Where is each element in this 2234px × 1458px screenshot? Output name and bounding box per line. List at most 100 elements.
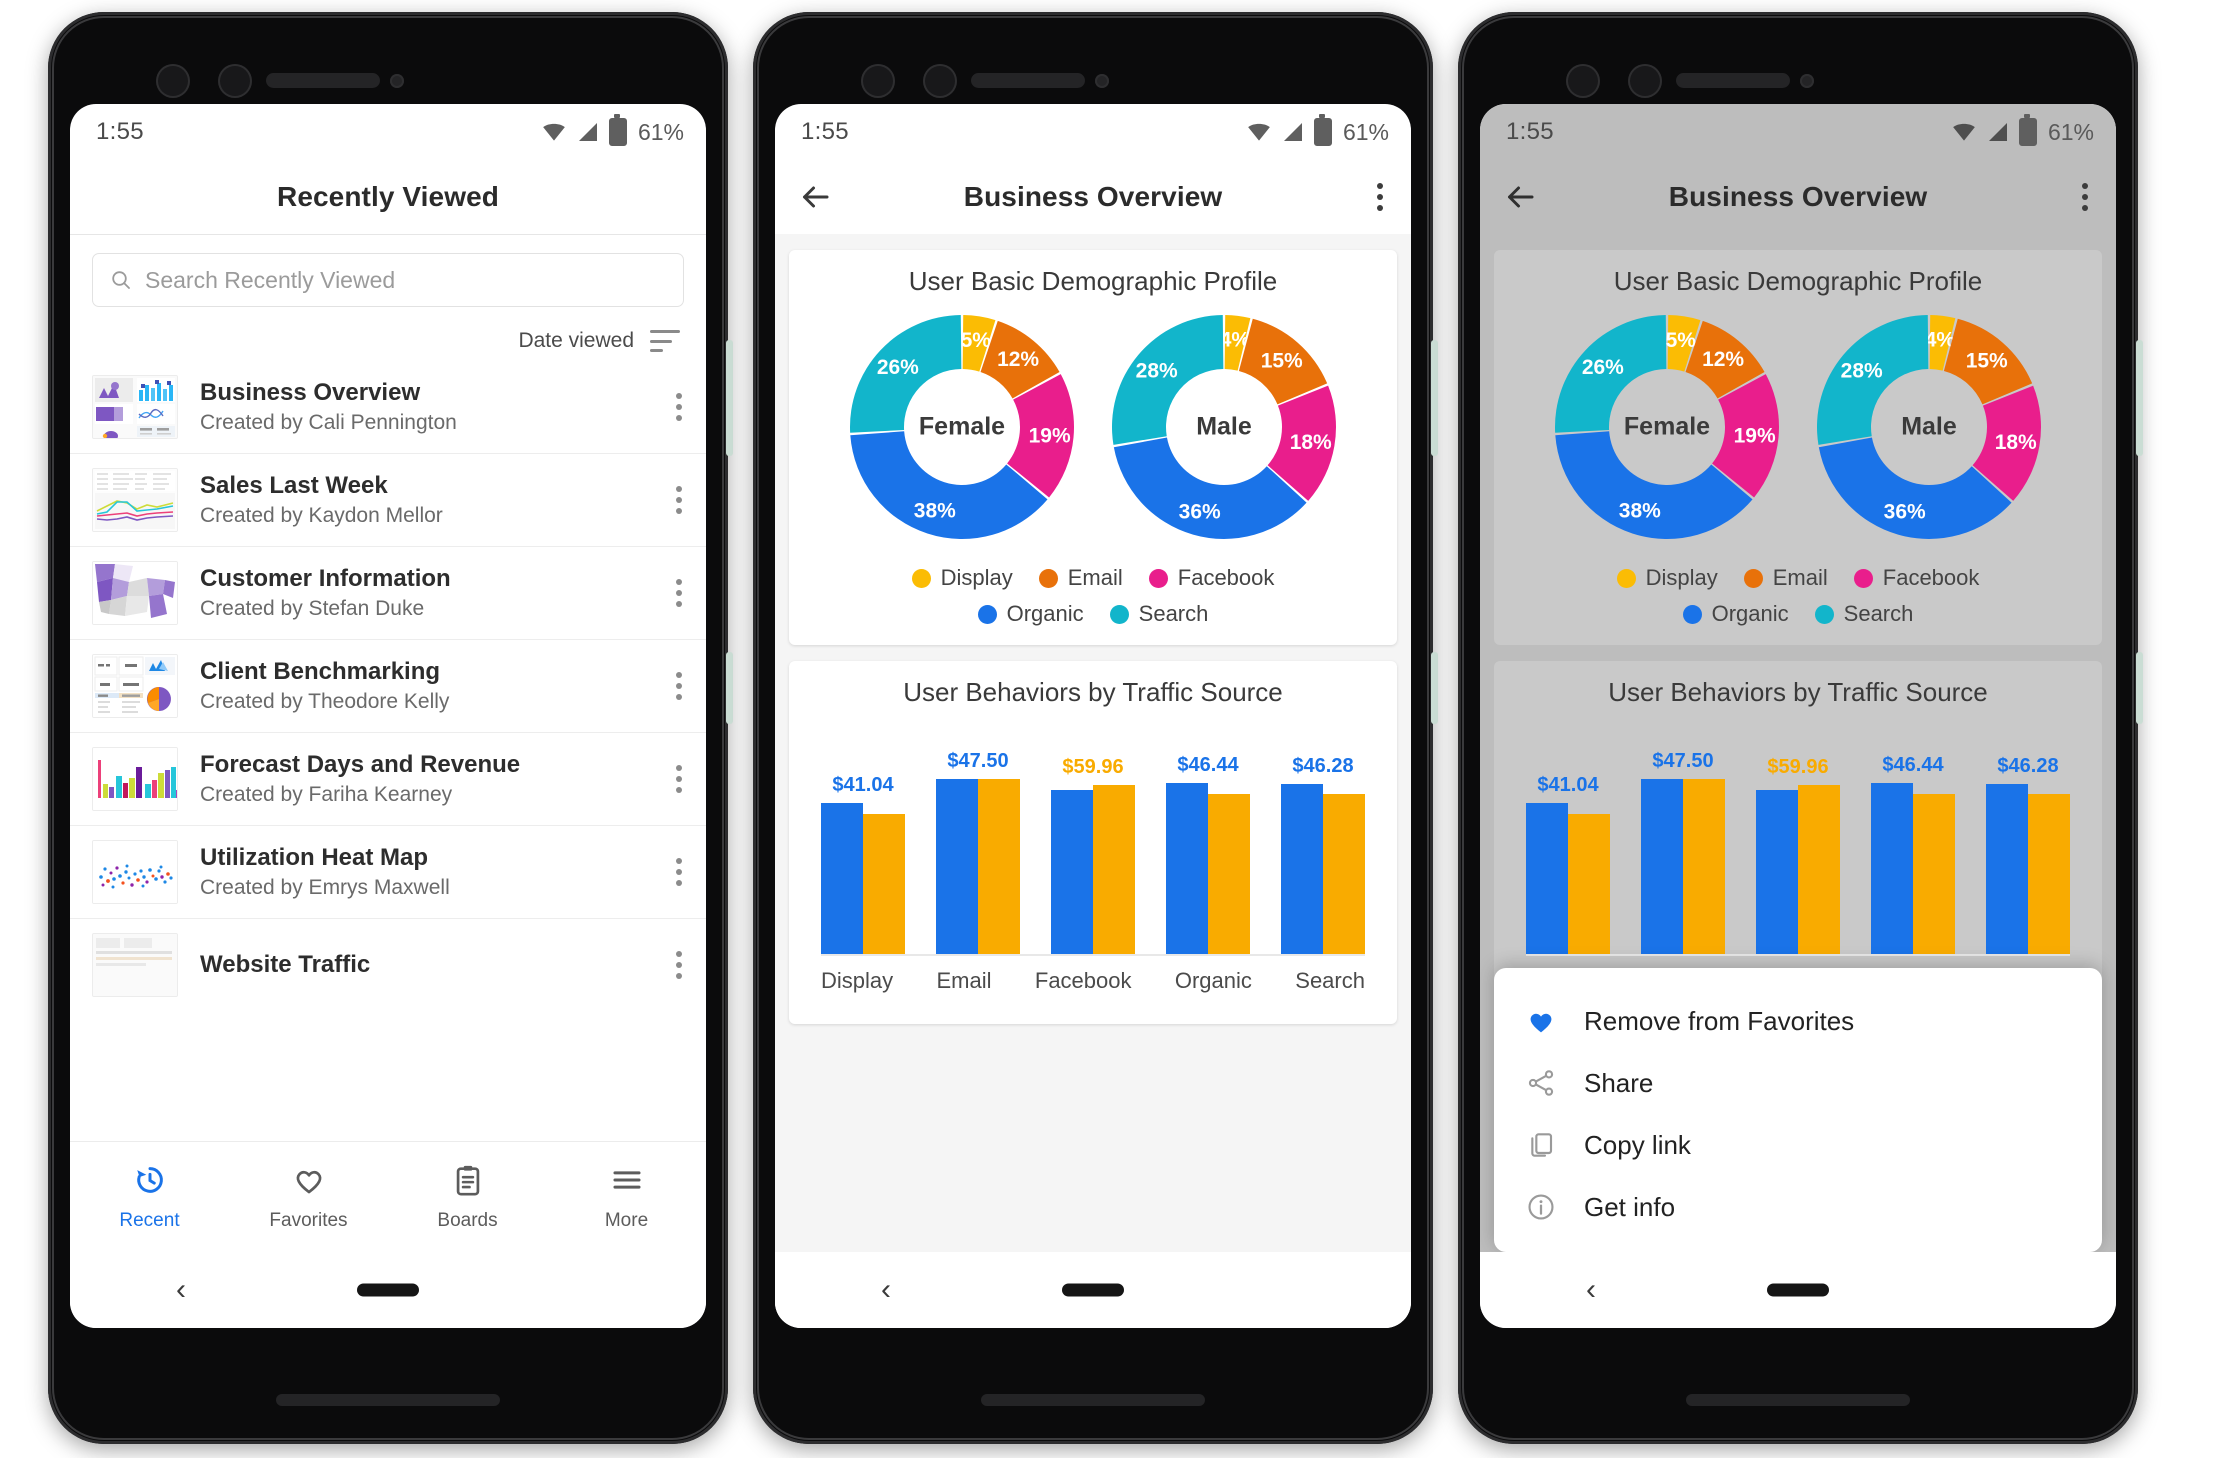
- back-nav-icon[interactable]: ‹: [881, 1273, 891, 1307]
- nav-item-recent[interactable]: Recent: [70, 1163, 229, 1232]
- svg-text:12%: 12%: [997, 348, 1039, 371]
- recently-viewed-list[interactable]: Business Overview Created by Cali Penning…: [70, 361, 706, 1011]
- app-bar: Business Overview: [1480, 160, 2116, 234]
- overflow-menu-icon[interactable]: [2080, 179, 2090, 215]
- svg-text:36%: 36%: [1179, 501, 1221, 524]
- bottom-navigation[interactable]: Recent Favorites Boards More: [70, 1141, 706, 1252]
- list-item-overflow-icon[interactable]: [674, 669, 684, 703]
- list-item-overflow-icon[interactable]: [674, 483, 684, 517]
- status-bar: 1:55 61%: [775, 104, 1411, 160]
- bar-value-label: $41.04: [832, 774, 894, 797]
- bar-yellow: [863, 813, 905, 954]
- list-item-text: Sales Last Week Created by Kaydon Mellor: [200, 472, 674, 528]
- bar-chart[interactable]: $41.04 $47.50 $59.96 $46.44 $46.28 Display Em…: [821, 726, 1365, 1006]
- legend-swatch: [1743, 568, 1763, 588]
- earpiece-speaker: [971, 73, 1085, 88]
- home-pill[interactable]: [1767, 1283, 1829, 1297]
- wifi-icon: [543, 123, 565, 141]
- donut-chart-pair: 5% 12% 19% 38% 26% Female 4% 15% 18% 36% 28% Mal…: [1504, 307, 2092, 547]
- list-item-title: Client Benchmarking: [200, 658, 441, 685]
- legend-entry: Display: [911, 565, 1013, 591]
- legend-label: Search: [1138, 601, 1209, 626]
- bar-value-label: $46.44: [1177, 754, 1239, 777]
- list-item-overflow-icon[interactable]: [674, 948, 684, 982]
- list-item[interactable]: Business Overview Created by Cali Penning…: [70, 361, 706, 454]
- context-menu[interactable]: Remove from Favorites Share Copy link Get i…: [1494, 968, 2102, 1252]
- power-button[interactable]: [726, 652, 733, 724]
- legend-entry: Facebook: [1148, 565, 1274, 591]
- context-menu-item[interactable]: Share: [1494, 1052, 2102, 1114]
- card-title-traffic: User Behaviors by Traffic Source: [1608, 677, 1988, 707]
- bar-group: $59.96: [1051, 726, 1135, 954]
- list-item[interactable]: Utilization Heat Map Created by Emrys Max…: [70, 826, 706, 919]
- overflow-menu-icon[interactable]: [1375, 179, 1385, 215]
- proximity-sensor-icon: [390, 74, 404, 88]
- list-item[interactable]: Client Benchmarking Created by Theodore K…: [70, 640, 706, 733]
- phone-1: 1:55 61% Recently Viewed Search Recently…: [48, 12, 733, 1444]
- bar-yellow: [1323, 794, 1365, 954]
- bottom-speaker: [1686, 1394, 1910, 1406]
- list-item-text: Forecast Days and Revenue Created by Fari…: [200, 751, 674, 807]
- list-item[interactable]: Website Traffic: [70, 919, 706, 1011]
- donut-chart-male[interactable]: 4% 15% 18% 36% 28% Male: [1104, 307, 1344, 547]
- list-item-text: Customer Information Created by Stefan Du…: [200, 565, 674, 621]
- list-item-overflow-icon[interactable]: [674, 762, 684, 796]
- earpiece-speaker: [1676, 73, 1790, 88]
- volume-button[interactable]: [1431, 340, 1438, 456]
- search-input[interactable]: Search Recently Viewed: [92, 253, 684, 307]
- camera-icon: [1566, 64, 1600, 98]
- list-item[interactable]: Sales Last Week Created by Kaydon Mellor: [70, 454, 706, 547]
- context-menu-item[interactable]: Copy link: [1494, 1114, 2102, 1176]
- bar-category-label: Organic: [1174, 968, 1252, 993]
- context-menu-item[interactable]: Get info: [1494, 1176, 2102, 1238]
- list-item-overflow-icon[interactable]: [674, 855, 684, 889]
- bar-yellow: [978, 779, 1020, 954]
- bar-group: $46.44: [1871, 726, 1955, 954]
- bottom-speaker: [981, 1394, 1205, 1406]
- list-item[interactable]: Forecast Days and Revenue Created by Fari…: [70, 733, 706, 826]
- sort-row[interactable]: Date viewed: [70, 307, 706, 361]
- status-time: 1:55: [96, 118, 144, 145]
- legend-label: Organic: [1006, 601, 1084, 626]
- volume-button[interactable]: [726, 340, 733, 456]
- bar-value-label: $59.96: [1062, 756, 1124, 779]
- bar-chart: $41.04$47.50$59.96$46.44$46.28 DisplayEm…: [1526, 726, 2070, 1006]
- back-nav-icon[interactable]: ‹: [1586, 1273, 1596, 1307]
- power-button[interactable]: [2136, 652, 2143, 724]
- svg-text:38%: 38%: [914, 500, 956, 523]
- donut-chart-female[interactable]: 5% 12% 19% 38% 26% Female: [842, 307, 1082, 547]
- context-menu-item[interactable]: Remove from Favorites: [1494, 990, 2102, 1052]
- signal-icon: [1283, 123, 1302, 141]
- nav-item-more[interactable]: More: [547, 1163, 706, 1232]
- back-arrow-icon[interactable]: [1502, 179, 1538, 215]
- bar-groups: $41.04 $47.50 $59.96 $46.44 $46.28: [1526, 726, 2070, 956]
- sort-icon[interactable]: [650, 330, 680, 352]
- volume-button[interactable]: [2136, 340, 2143, 456]
- bar-group: $46.28: [1281, 726, 1365, 954]
- list-item-overflow-icon[interactable]: [674, 390, 684, 424]
- list-item[interactable]: Customer Information Created by Stefan Du…: [70, 547, 706, 640]
- list-item-subtitle: Created by Kaydon Mellor: [200, 504, 443, 527]
- bar-yellow: [2028, 794, 2070, 954]
- power-button[interactable]: [1431, 652, 1438, 724]
- donut-center-label-female: Female: [918, 412, 1006, 441]
- back-nav-icon[interactable]: ‹: [176, 1273, 186, 1307]
- bar-yellow: [1913, 793, 1955, 954]
- bar-category-label: Facebook: [1034, 968, 1132, 993]
- nav-item-boards[interactable]: Boards: [388, 1163, 547, 1232]
- legend-swatch: [911, 568, 931, 588]
- bar-blue: [1756, 790, 1798, 954]
- home-pill[interactable]: [357, 1283, 419, 1297]
- list-item-overflow-icon[interactable]: [674, 576, 684, 610]
- battery-icon: [608, 114, 627, 146]
- search-icon: [112, 271, 130, 289]
- home-pill[interactable]: [1062, 1283, 1124, 1297]
- signal-icon: [578, 123, 597, 141]
- dashboard-body[interactable]: User Basic Demographic Profile 5% 12% 19% 3…: [775, 234, 1411, 1328]
- nav-item-favorites[interactable]: Favorites: [229, 1163, 388, 1232]
- legend-label: Facebook: [1882, 565, 1980, 590]
- donut-chart-female: 5% 12% 19% 38% 26% Female: [1547, 307, 1787, 547]
- back-arrow-icon[interactable]: [797, 179, 833, 215]
- list-item-title: Customer Information: [200, 565, 451, 592]
- list-item-thumbnail: [92, 468, 178, 532]
